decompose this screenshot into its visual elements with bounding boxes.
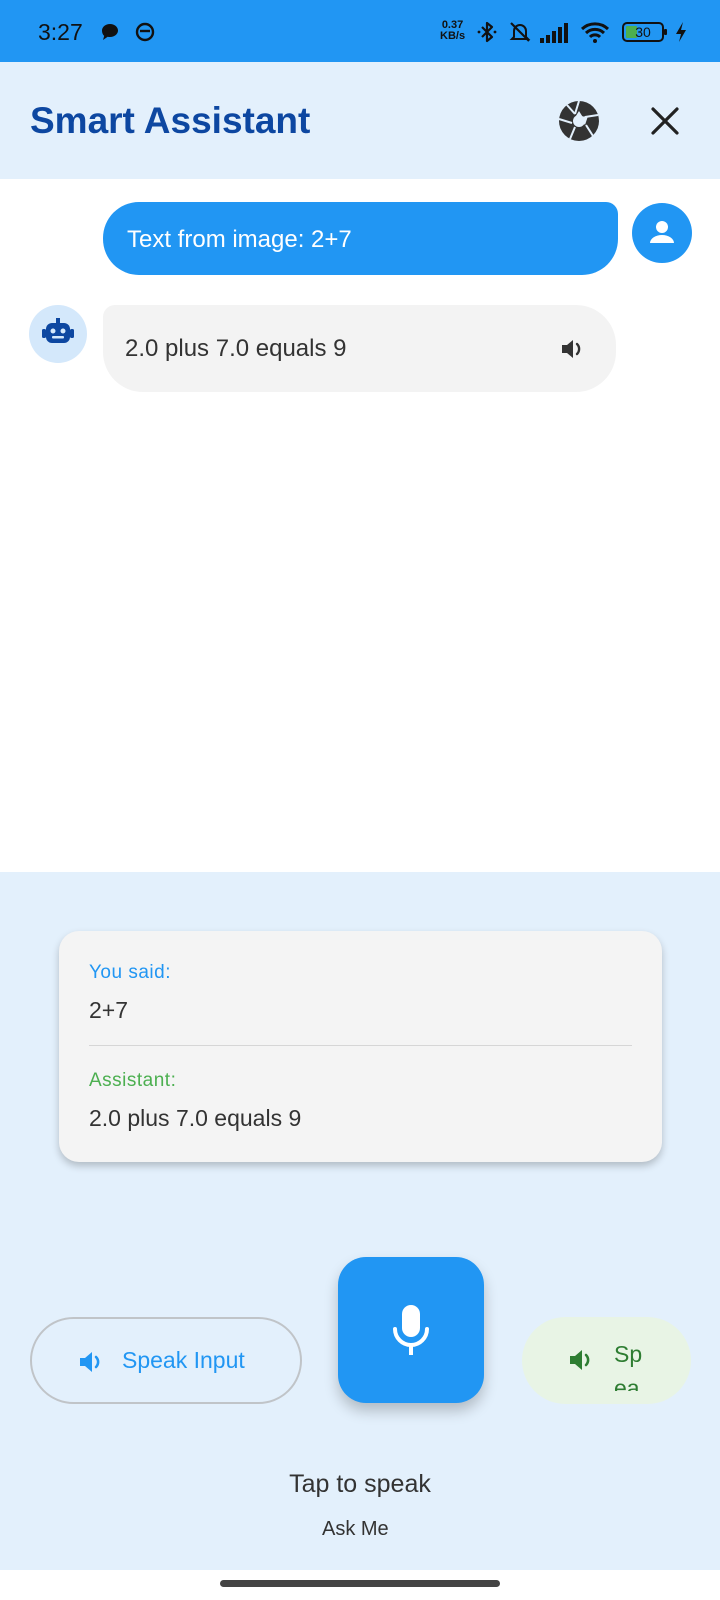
ask-me-label: Ask Me bbox=[322, 1518, 389, 1540]
silent-bell-icon bbox=[509, 22, 531, 42]
tap-to-speak-hint: Tap to speak bbox=[289, 1470, 431, 1498]
close-icon[interactable] bbox=[648, 104, 682, 138]
speaker-icon bbox=[80, 1352, 100, 1372]
user-avatar bbox=[632, 203, 692, 263]
signal-strength-icon bbox=[540, 23, 568, 43]
speak-output-button[interactable]: Speak Output bbox=[522, 1317, 691, 1404]
assistant-message-bubble: 2.0 plus 7.0 equals 9 bbox=[103, 305, 616, 392]
status-time: 3:27 bbox=[38, 19, 83, 45]
speak-input-label: Speak Input bbox=[122, 1347, 245, 1373]
charging-icon bbox=[676, 22, 686, 42]
assistant-label: Assistant: bbox=[89, 1070, 177, 1091]
speak-input-button[interactable]: Speak Input bbox=[30, 1317, 302, 1404]
status-bar: 3:27 0.37 KB/s 30 bbox=[0, 0, 720, 62]
speaker-icon bbox=[570, 1350, 590, 1370]
speak-output-label: Speak Output bbox=[614, 1341, 643, 1391]
user-message-text: Text from image: 2+7 bbox=[127, 226, 352, 253]
app-notification-icon bbox=[135, 22, 155, 42]
microphone-icon bbox=[393, 1305, 429, 1355]
assistant-message-text: 2.0 plus 7.0 equals 9 bbox=[125, 335, 347, 362]
network-speed: 0.37 KB/s bbox=[440, 20, 465, 42]
speaker-icon[interactable] bbox=[559, 336, 585, 362]
page-title: Smart Assistant bbox=[30, 100, 311, 141]
conversation-summary-card: You said: 2+7 Assistant: 2.0 plus 7.0 eq… bbox=[59, 931, 662, 1162]
network-speed-unit: KB/s bbox=[440, 30, 466, 42]
app-header: Smart Assistant bbox=[0, 62, 720, 179]
microphone-button[interactable] bbox=[338, 1257, 484, 1403]
user-message-bubble: Text from image: 2+7 bbox=[103, 202, 618, 275]
assistant-avatar bbox=[29, 305, 87, 363]
camera-shutter-icon[interactable] bbox=[557, 99, 601, 143]
divider bbox=[89, 1045, 632, 1046]
robot-icon bbox=[42, 318, 74, 343]
wifi-icon bbox=[580, 22, 610, 43]
battery-icon: 30 bbox=[622, 22, 667, 42]
you-said-label: You said: bbox=[89, 962, 171, 983]
you-said-text: 2+7 bbox=[89, 997, 129, 1023]
battery-level: 30 bbox=[635, 24, 651, 40]
assistant-response-text: 2.0 plus 7.0 equals 9 bbox=[89, 1105, 302, 1131]
bluetooth-icon bbox=[477, 21, 497, 43]
person-icon bbox=[650, 221, 674, 243]
chat-notification-icon bbox=[102, 24, 118, 40]
navigation-handle[interactable] bbox=[220, 1580, 500, 1587]
